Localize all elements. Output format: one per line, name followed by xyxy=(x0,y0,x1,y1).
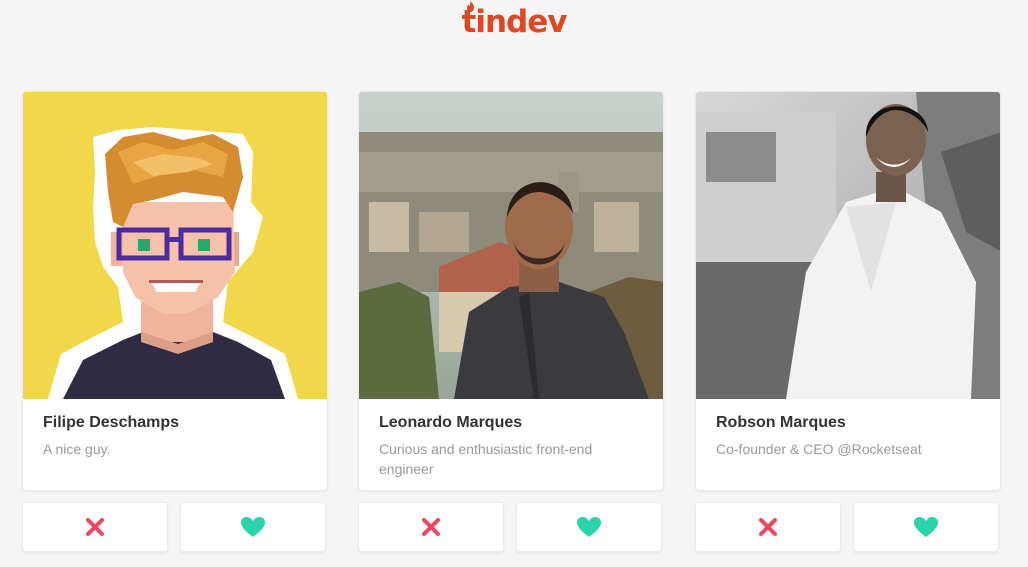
user-name: Leonardo Marques xyxy=(379,414,523,431)
user-card: Robson Marques Co-founder & CEO @Rockets… xyxy=(695,91,1001,552)
user-info: Filipe Deschamps A nice guy. xyxy=(23,399,327,459)
close-icon xyxy=(86,518,104,536)
user-bio: Co-founder & CEO @Rocketseat xyxy=(716,441,922,457)
avatar xyxy=(359,92,663,399)
dislike-button[interactable] xyxy=(358,502,504,552)
user-name: Filipe Deschamps xyxy=(43,414,180,431)
user-bio: A nice guy. xyxy=(43,441,111,457)
like-button[interactable] xyxy=(180,502,326,552)
like-button[interactable] xyxy=(516,502,662,552)
close-icon xyxy=(759,518,777,536)
user-info: Leonardo Marques Curious and enthusiasti… xyxy=(359,399,663,479)
user-info: Robson Marques Co-founder & CEO @Rockets… xyxy=(696,399,1000,459)
user-bio: Curious and enthusiastic front-end engin… xyxy=(379,441,593,477)
card-body: Leonardo Marques Curious and enthusiasti… xyxy=(358,91,664,491)
action-buttons xyxy=(358,502,664,552)
flame-icon xyxy=(466,1,474,12)
logo-text: tindev xyxy=(461,4,568,40)
close-icon xyxy=(422,518,440,536)
header: tindev xyxy=(0,1,1028,40)
avatar xyxy=(23,92,327,399)
card-body: Robson Marques Co-founder & CEO @Rockets… xyxy=(695,91,1001,491)
action-buttons xyxy=(22,502,328,552)
action-buttons xyxy=(695,502,1001,552)
heart-icon xyxy=(914,517,938,537)
dislike-button[interactable] xyxy=(695,502,841,552)
user-card: Filipe Deschamps A nice guy. xyxy=(22,91,328,552)
heart-icon xyxy=(577,517,601,537)
heart-icon xyxy=(241,517,265,537)
tindev-logo[interactable]: tindev xyxy=(461,1,568,40)
user-card: Leonardo Marques Curious and enthusiasti… xyxy=(358,91,664,552)
like-button[interactable] xyxy=(853,502,999,552)
card-body: Filipe Deschamps A nice guy. xyxy=(22,91,328,491)
user-name: Robson Marques xyxy=(716,414,846,431)
dislike-button[interactable] xyxy=(22,502,168,552)
avatar xyxy=(696,92,1000,399)
